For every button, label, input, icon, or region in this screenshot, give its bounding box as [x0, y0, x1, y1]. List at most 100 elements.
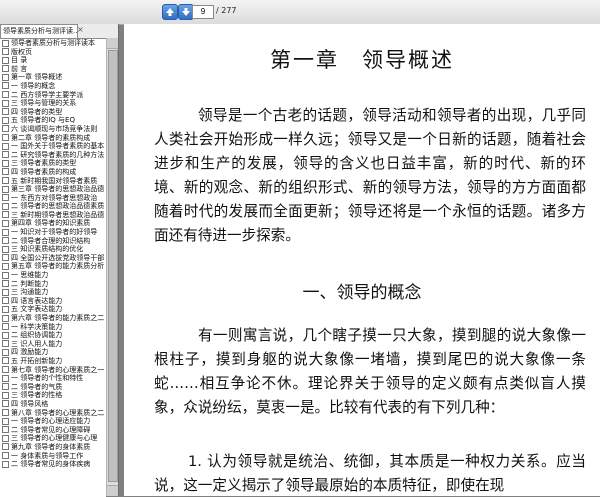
bookmark-item[interactable]: 第二章 领导者的素质构成 [0, 134, 106, 143]
bookmark-label: 五 文字表达能力 [11, 305, 63, 314]
bookmark-item[interactable]: 三 新时期领导者思想政治品德 [0, 211, 106, 220]
bookmark-label: 第七章 领导者的心理素质之一 [11, 365, 105, 374]
bookmark-item[interactable]: 一 思维能力 [0, 271, 106, 280]
bookmark-item[interactable]: 第五章 领导者的能力素质分析 [0, 262, 106, 271]
bookmark-page-icon [2, 443, 9, 451]
toolbar: / 277 [0, 0, 600, 25]
bookmark-item[interactable]: 二 西方领导学主要学派 [0, 91, 106, 100]
bookmark-label: 五 开拓创新能力 [11, 356, 63, 365]
scroll-thumb[interactable] [108, 50, 118, 482]
bookmark-item[interactable]: 五 文字表达能力 [0, 305, 106, 314]
bookmark-page-icon [2, 391, 9, 399]
bookmark-label: 第二章 领导者的素质构成 [11, 133, 91, 142]
bookmark-item[interactable]: 四 领导者素质的构成 [0, 168, 106, 177]
bookmark-item[interactable]: 二 领导者合理的知识结构 [0, 237, 106, 246]
bookmark-label: 一 东西方对领导者思想政治 [11, 193, 98, 202]
bookmark-page-icon [2, 237, 9, 245]
scroll-down-icon[interactable] [107, 485, 118, 496]
bookmark-item[interactable]: 三 识人用人能力 [0, 340, 106, 349]
bookmark-item[interactable]: 领导者素质分析与测评读本 [0, 39, 106, 48]
page-number-input[interactable] [192, 5, 214, 19]
bookmark-item[interactable]: 三 领导者素质的类型 [0, 159, 106, 168]
bookmark-label: 五 领导者的IQ 与EQ [11, 116, 75, 125]
bookmark-item[interactable]: 一 东西方对领导者思想政治 [0, 194, 106, 203]
page-total-label: / 277 [216, 6, 237, 15]
bookmark-item[interactable]: 一 科学决策能力 [0, 323, 106, 332]
bookmark-item[interactable]: 一 领导的概念 [0, 82, 106, 91]
bookmark-label: 第三章 领导者的思想政治品德 [11, 185, 105, 194]
bookmark-label: 三 领导者素质的类型 [11, 159, 77, 168]
bookmark-item[interactable]: 二 判断能力 [0, 280, 106, 289]
bookmark-item[interactable]: 一 领导者的心理适应能力 [0, 417, 106, 426]
bookmark-item[interactable]: 五 领导者的IQ 与EQ [0, 116, 106, 125]
bookmarks-panel: 领导素质分析与测评读... × 领导者素质分析与测评读本 版权页目 录前 言第一章… [0, 24, 119, 497]
bookmark-item[interactable]: 第八章 领导者的心理素质之二 [0, 409, 106, 418]
bookmark-item[interactable]: 第一章 领导概述 [0, 73, 106, 82]
bookmark-page-icon [2, 39, 9, 47]
bookmark-item[interactable]: 第三章 领导者的思想政治品德 [0, 185, 106, 194]
bookmark-item[interactable]: 一 知识对于领导者的好领导 [0, 228, 106, 237]
bookmark-item[interactable]: 第七章 领导者的心理素质之一 [0, 366, 106, 375]
bookmark-label: 一 领导者的个性和特性 [11, 374, 84, 383]
bookmark-item[interactable]: 五 新时期我国对领导者素质 [0, 177, 106, 186]
bookmark-item[interactable]: 四 激励能力 [0, 348, 106, 357]
scroll-up-icon[interactable] [107, 38, 118, 49]
bookmark-item[interactable]: 版权页 [0, 48, 106, 57]
bookmark-label: 一 国外关于领导者素质的基本 [11, 142, 105, 151]
bookmark-page-icon [2, 271, 9, 279]
bookmark-label: 二 判断能力 [11, 279, 49, 288]
bookmark-item[interactable]: 二 领导者常见的身体疾病 [0, 460, 106, 469]
bookmark-label: 一 领导者的心理适应能力 [11, 417, 91, 426]
bookmark-item[interactable]: 三 领导者的心理健康与心理 [0, 434, 106, 443]
bookmark-item[interactable]: 六 谈谒顺现与市场竞争法则 [0, 125, 106, 134]
bookmarks-tab[interactable]: 领导素质分析与测评读... [0, 24, 78, 38]
bookmark-item[interactable]: 一 国外关于领导者素质的基本 [0, 142, 106, 151]
bookmark-label: 三 领导与管理的关系 [11, 99, 77, 108]
bookmark-page-icon [2, 159, 9, 167]
bookmark-item[interactable]: 四 领导风格 [0, 400, 106, 409]
bookmark-page-icon [2, 417, 9, 425]
bookmark-item[interactable]: 二 领导者的气质 [0, 383, 106, 392]
bookmark-item[interactable]: 三 沟通能力 [0, 288, 106, 297]
bookmark-page-icon [2, 82, 9, 90]
bookmark-label: 版权页 [11, 47, 32, 56]
bookmark-item[interactable]: 五 开拓创新能力 [0, 357, 106, 366]
bookmark-item[interactable]: 三 领导与管理的关系 [0, 99, 106, 108]
list-item-number: 1. [188, 453, 202, 470]
bookmark-label: 四 激励能力 [11, 348, 49, 357]
bookmark-item[interactable]: 二 领导者的思想政治品德素质 [0, 202, 106, 211]
bookmark-page-icon [2, 357, 9, 365]
bookmark-label: 第一章 领导概述 [11, 73, 63, 82]
bookmark-item[interactable]: 二 研究领导者素质的几种方法 [0, 151, 106, 160]
bookmark-page-icon [2, 348, 9, 356]
previous-page-icon[interactable] [162, 4, 178, 20]
bookmark-item[interactable]: 第六章 领导者的能力素质之二 [0, 314, 106, 323]
bookmark-label: 一 科学决策能力 [11, 322, 63, 331]
document-page: 第一章 领导概述 领导是一个古老的话题，领导活动和领导者的出现，几乎同人类社会开… [124, 24, 600, 496]
bookmark-page-icon [2, 366, 9, 374]
bookmark-item[interactable]: 一 身体素质与领导工作 [0, 452, 106, 461]
bookmark-page-icon [2, 211, 9, 219]
list-item-1: 1. 认为领导就是统治、统御，其本质是一种权力关系。应当说，这一定义揭示了领导最… [154, 450, 586, 496]
bookmark-label: 第九章 领导者的身体素质 [11, 442, 91, 451]
bookmark-item[interactable]: 二 组织协调能力 [0, 331, 106, 340]
bookmark-item[interactable]: 三 知识素质结构的优化 [0, 245, 106, 254]
bookmark-scrollbar[interactable] [106, 38, 118, 496]
bookmark-page-icon [2, 48, 9, 56]
bookmark-item[interactable]: 一 领导者的个性和特性 [0, 374, 106, 383]
bookmark-label: 目 录 [11, 56, 28, 65]
bookmark-item[interactable]: 二 领导者常见的心理障碍 [0, 426, 106, 435]
bookmark-label: 三 新时期领导者思想政治品德 [11, 210, 105, 219]
close-icon[interactable]: × [77, 25, 84, 34]
bookmark-item[interactable]: 第四章 领导者的知识素质 [0, 219, 106, 228]
bookmark-item[interactable]: 第九章 领导者的身体素质 [0, 443, 106, 452]
bookmark-page-icon [2, 280, 9, 288]
bookmark-item[interactable]: 目 录 [0, 56, 106, 65]
bookmark-item[interactable]: 前 言 [0, 65, 106, 74]
bookmark-item[interactable]: 四 全国公开选拔党政领导干部 [0, 254, 106, 263]
bookmark-item[interactable]: 四 领导者的类型 [0, 108, 106, 117]
bookmark-item[interactable]: 三 领导者的性格 [0, 391, 106, 400]
bookmark-label: 二 领导者常见的心理障碍 [11, 425, 91, 434]
bookmark-item[interactable]: 四 语言表达能力 [0, 297, 106, 306]
bookmark-page-icon [2, 297, 9, 305]
